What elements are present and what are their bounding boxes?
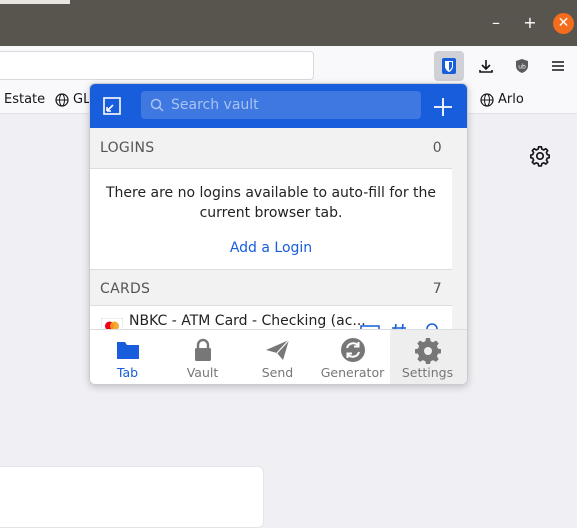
tab-generator[interactable]: Generator: [315, 330, 390, 384]
copy-security-code-icon[interactable]: [422, 322, 440, 329]
search-placeholder: Search vault: [171, 97, 259, 113]
logins-label: LOGINS: [100, 140, 155, 156]
download-icon: [479, 60, 493, 73]
cards-section-header: CARDS 7: [90, 269, 452, 309]
hamburger-menu-icon: [552, 61, 564, 71]
svg-text:ub: ub: [518, 64, 526, 71]
card-name: NBKC - ATM Card - Checking (ac...: [129, 313, 366, 329]
cards-count: 7: [432, 281, 442, 297]
tab-send[interactable]: Send: [240, 330, 315, 384]
list-item[interactable]: NBKC - ATM Card - Checking (ac...: [90, 305, 452, 329]
navigation-toolbar: ub: [0, 46, 577, 86]
tab-vault[interactable]: Vault: [165, 330, 240, 384]
empty-logins-box: There are no logins available to auto-fi…: [90, 168, 452, 270]
url-bar[interactable]: [0, 51, 314, 80]
popup-tab-bar: Tab Vault Send Generator Settings: [90, 329, 467, 384]
tab-current[interactable]: Tab: [90, 330, 165, 384]
minimize-button[interactable]: –: [485, 12, 507, 34]
tab-label: Vault: [186, 365, 219, 380]
bookmark-label: Arlo: [498, 92, 524, 107]
popup-header: Search vault: [90, 84, 467, 128]
globe-icon: [480, 92, 494, 107]
cards-label: CARDS: [100, 281, 151, 297]
tab-label: Tab: [116, 365, 139, 380]
bitwarden-shield-icon: [442, 58, 456, 74]
close-button[interactable]: ✕: [553, 13, 574, 34]
ublock-extension-button[interactable]: ub: [507, 51, 537, 81]
popout-icon[interactable]: [102, 96, 122, 116]
bitwarden-extension-button[interactable]: [434, 51, 464, 81]
bookmark-label: Estate: [4, 92, 46, 107]
add-login-link[interactable]: Add a Login: [90, 240, 452, 256]
mastercard-icon: [101, 318, 123, 329]
page-card: [0, 466, 264, 528]
tab-label: Generator: [320, 365, 385, 380]
globe-icon: [55, 92, 69, 107]
tab-label: Send: [261, 365, 294, 380]
app-menu-button[interactable]: [543, 51, 573, 81]
bookmark-label: GL: [73, 92, 91, 107]
refresh-icon: [341, 338, 365, 362]
search-icon: [150, 98, 164, 112]
window-titlebar: – + ✕: [0, 0, 577, 46]
gear-icon: [415, 338, 441, 364]
copy-number-icon[interactable]: [390, 322, 408, 329]
bookmark-item[interactable]: GL: [55, 92, 90, 107]
downloads-button[interactable]: [471, 51, 501, 81]
maximize-button[interactable]: +: [519, 12, 541, 34]
gear-icon[interactable]: [529, 145, 551, 167]
bookmark-item[interactable]: Estate: [4, 92, 45, 107]
folder-icon: [117, 342, 139, 359]
empty-logins-message: There are no logins available to auto-fi…: [105, 185, 437, 221]
tab-settings[interactable]: Settings: [390, 330, 467, 384]
bitwarden-popup: Search vault LOGINS 0 There are no login…: [89, 83, 468, 385]
logins-count: 0: [432, 140, 442, 156]
lock-icon: [195, 338, 211, 361]
logins-section-header: LOGINS 0: [90, 128, 452, 168]
browser-tab-strip[interactable]: [0, 0, 70, 4]
bookmark-item[interactable]: Arlo: [480, 92, 524, 107]
ublock-shield-icon: ub: [516, 59, 528, 73]
tab-label: Settings: [401, 365, 454, 380]
popup-body: LOGINS 0 There are no logins available t…: [90, 128, 452, 329]
send-icon: [266, 339, 290, 360]
add-item-icon[interactable]: [432, 96, 454, 118]
search-input[interactable]: Search vault: [141, 91, 421, 119]
